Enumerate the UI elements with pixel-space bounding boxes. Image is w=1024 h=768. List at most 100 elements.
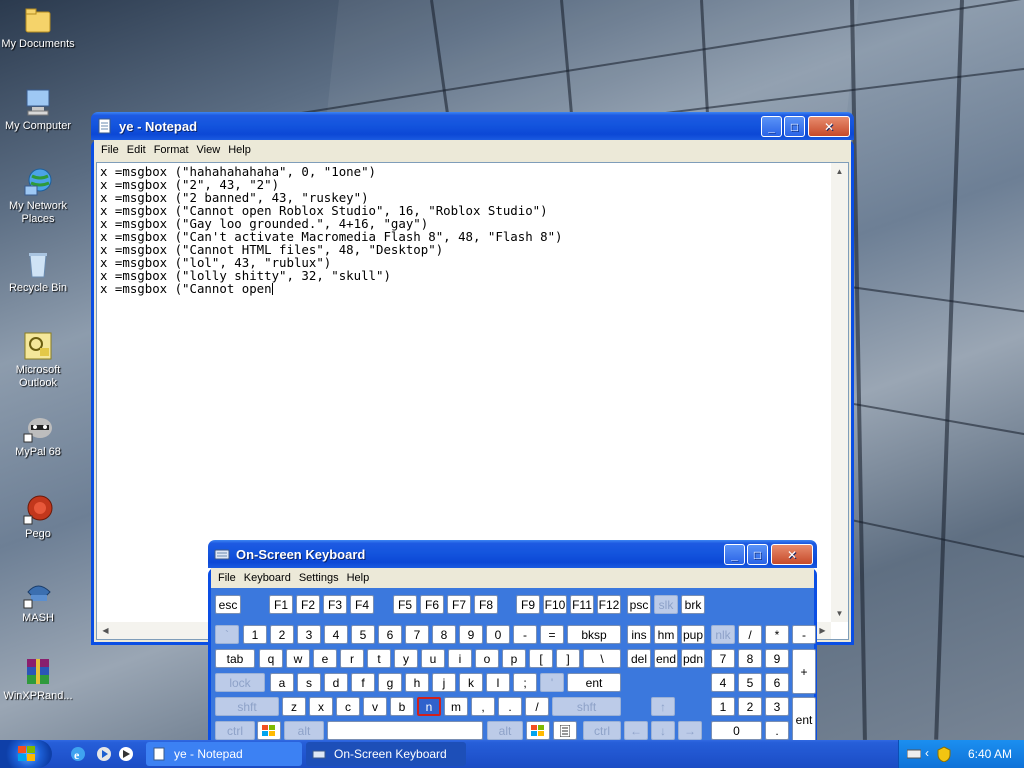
osk-key-arrow-left-icon[interactable]: ← <box>624 721 648 740</box>
osk-key-n3[interactable]: 3 <box>297 625 321 644</box>
osk-key-f12[interactable]: F12 <box>597 595 621 614</box>
osk-key-f1[interactable]: F1 <box>269 595 293 614</box>
osk-key-pdn[interactable]: pdn <box>681 649 705 668</box>
osk-key-t[interactable]: t <box>367 649 391 668</box>
osk-key-f2[interactable]: F2 <box>296 595 320 614</box>
osk-key-x[interactable]: x <box>309 697 333 716</box>
osk-key-j[interactable]: j <box>432 673 456 692</box>
osk-key-n[interactable]: n <box>417 697 441 716</box>
osk-key-bslash[interactable]: \ <box>583 649 621 668</box>
osk-key-i[interactable]: i <box>448 649 472 668</box>
osk-key-f9[interactable]: F9 <box>516 595 540 614</box>
osk-key-l[interactable]: l <box>486 673 510 692</box>
osk-key-k4[interactable]: 4 <box>711 673 735 692</box>
osk-key-quote[interactable]: ' <box>540 673 564 692</box>
osk-key-end[interactable]: end <box>654 649 678 668</box>
osk-key-k6[interactable]: 6 <box>765 673 789 692</box>
osk-key-alt-l[interactable]: alt <box>284 721 324 740</box>
scroll-up-icon[interactable]: ▲ <box>831 163 848 180</box>
osk-key-menu-key[interactable] <box>553 721 577 740</box>
osk-key-k[interactable]: k <box>459 673 483 692</box>
desktop-icon-pego[interactable]: Pego <box>0 494 76 541</box>
close-button[interactable]: ✕ <box>771 544 813 565</box>
osk-key-del[interactable]: del <box>627 649 651 668</box>
osk-key-esc[interactable]: esc <box>215 595 241 614</box>
osk-key-f[interactable]: f <box>351 673 375 692</box>
desktop-icon-recycle-bin[interactable]: Recycle Bin <box>0 248 76 295</box>
scroll-left-icon[interactable]: ◀ <box>97 622 114 639</box>
desktop-icon-winxprand[interactable]: WinXPRand... <box>0 656 76 703</box>
osk-key-hm[interactable]: hm <box>654 625 678 644</box>
osk-key-lock[interactable]: lock <box>215 673 265 692</box>
menu-view[interactable]: View <box>193 144 225 156</box>
close-button[interactable]: ✕ <box>808 116 850 137</box>
osk-key-n1[interactable]: 1 <box>243 625 267 644</box>
osk-key-brk[interactable]: brk <box>681 595 705 614</box>
osk-key-psc[interactable]: psc <box>627 595 651 614</box>
notepad-titlebar[interactable]: ye - Notepad _ □ ✕ <box>91 112 854 140</box>
osk-key-pup[interactable]: pup <box>681 625 705 644</box>
osk-key-comma[interactable]: , <box>471 697 495 716</box>
osk-key-n0[interactable]: 0 <box>486 625 510 644</box>
osk-key-h[interactable]: h <box>405 673 429 692</box>
osk-key-bksp[interactable]: bksp <box>567 625 621 644</box>
osk-key-b[interactable]: b <box>390 697 414 716</box>
menu-settings[interactable]: Settings <box>295 572 343 584</box>
osk-key-rbr[interactable]: ] <box>556 649 580 668</box>
osk-key-ksub[interactable]: - <box>792 625 816 644</box>
osk-key-o[interactable]: o <box>475 649 499 668</box>
menu-help[interactable]: Help <box>224 144 255 156</box>
keyboard-tray-icon[interactable] <box>906 747 922 764</box>
osk-key-k1[interactable]: 1 <box>711 697 735 716</box>
osk-key-semi[interactable]: ; <box>513 673 537 692</box>
osk-key-slash[interactable]: / <box>525 697 549 716</box>
osk-key-ent[interactable]: ent <box>567 673 621 692</box>
osk-key-f3[interactable]: F3 <box>323 595 347 614</box>
osk-key-k7[interactable]: 7 <box>711 649 735 668</box>
osk-key-f11[interactable]: F11 <box>570 595 594 614</box>
osk-key-k5[interactable]: 5 <box>738 673 762 692</box>
osk-key-ctrl-l[interactable]: ctrl <box>215 721 255 740</box>
osk-key-f10[interactable]: F10 <box>543 595 567 614</box>
osk-key-grave[interactable]: ` <box>215 625 239 644</box>
osk-key-nlk[interactable]: nlk <box>711 625 735 644</box>
vertical-scrollbar[interactable]: ▲ ▼ <box>831 163 848 622</box>
osk-key-c[interactable]: c <box>336 697 360 716</box>
osk-key-shft-r[interactable]: shft <box>552 697 621 716</box>
desktop-icon-mash[interactable]: MASH <box>0 578 76 625</box>
osk-key-z[interactable]: z <box>282 697 306 716</box>
osk-key-f6[interactable]: F6 <box>420 595 444 614</box>
osk-key-kdiv[interactable]: / <box>738 625 762 644</box>
menu-format[interactable]: Format <box>150 144 193 156</box>
osk-key-n5[interactable]: 5 <box>351 625 375 644</box>
osk-key-n7[interactable]: 7 <box>405 625 429 644</box>
desktop-icon-my-computer[interactable]: My Computer <box>0 86 76 133</box>
menu-edit[interactable]: Edit <box>123 144 150 156</box>
osk-key-s[interactable]: s <box>297 673 321 692</box>
osk-key-n4[interactable]: 4 <box>324 625 348 644</box>
osk-key-a[interactable]: a <box>270 673 294 692</box>
osk-key-y[interactable]: y <box>394 649 418 668</box>
osk-key-m[interactable]: m <box>444 697 468 716</box>
menu-keyboard[interactable]: Keyboard <box>240 572 295 584</box>
osk-key-alt-r[interactable]: alt <box>487 721 523 740</box>
clock[interactable]: 6:40 AM <box>968 747 1012 761</box>
osk-key-u[interactable]: u <box>421 649 445 668</box>
osk-key-f4[interactable]: F4 <box>350 595 374 614</box>
osk-key-kdot[interactable]: . <box>765 721 789 740</box>
osk-key-kent[interactable]: ent <box>792 697 816 742</box>
osk-key-lbr[interactable]: [ <box>529 649 553 668</box>
menu-file[interactable]: File <box>214 572 240 584</box>
task-osk[interactable]: On-Screen Keyboard <box>306 742 466 766</box>
osk-key-v[interactable]: v <box>363 697 387 716</box>
osk-key-e[interactable]: e <box>313 649 337 668</box>
minimize-button[interactable]: _ <box>761 116 782 137</box>
desktop-icon-microsoft-outlook[interactable]: Microsoft Outlook <box>0 330 76 390</box>
osk-key-n8[interactable]: 8 <box>432 625 456 644</box>
osk-key-slk[interactable]: slk <box>654 595 678 614</box>
desktop-icon-my-documents[interactable]: My Documents <box>0 4 76 51</box>
scroll-down-icon[interactable]: ▼ <box>831 605 848 622</box>
osk-key-k8[interactable]: 8 <box>738 649 762 668</box>
osk-key-shft-l[interactable]: shft <box>215 697 279 716</box>
osk-key-d[interactable]: d <box>324 673 348 692</box>
